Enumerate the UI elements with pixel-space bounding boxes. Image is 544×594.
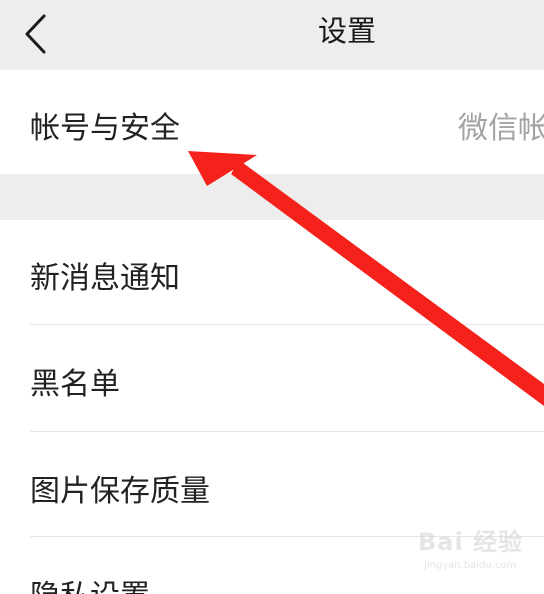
settings-item-privacy[interactable]: 隐私设置	[0, 537, 544, 594]
settings-item-label: 图片保存质量	[30, 474, 210, 509]
settings-page: 设置 帐号与安全 微信帐 新消息通知 黑名单 图片保存质量 隐私设置 Bai 经…	[0, 0, 544, 594]
settings-item-image-save-quality[interactable]: 图片保存质量	[0, 432, 544, 536]
settings-item-label: 隐私设置	[30, 571, 150, 594]
section-gap	[0, 174, 544, 220]
settings-item-blacklist[interactable]: 黑名单	[0, 325, 544, 429]
settings-item-label: 黑名单	[30, 367, 120, 402]
settings-item-account-security[interactable]: 帐号与安全 微信帐	[0, 70, 544, 174]
settings-item-label: 新消息通知	[30, 261, 180, 296]
page-title: 设置	[317, 14, 376, 48]
nav-header: 设置	[0, 0, 544, 70]
settings-item-value: 微信帐	[458, 111, 544, 146]
settings-item-label: 帐号与安全	[30, 111, 180, 146]
settings-item-new-message-notification[interactable]: 新消息通知	[0, 220, 544, 324]
